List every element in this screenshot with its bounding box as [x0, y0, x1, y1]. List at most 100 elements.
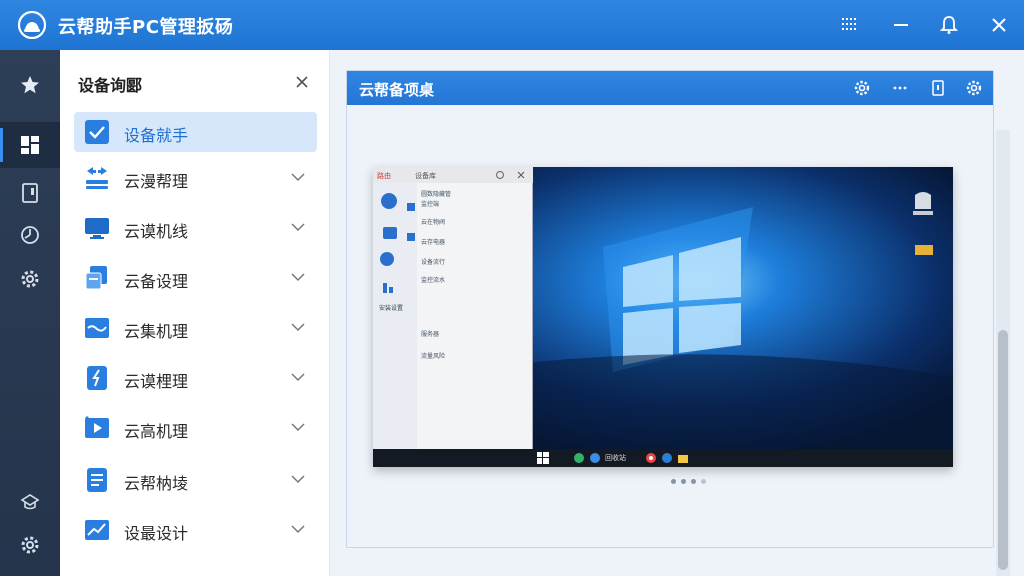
chart-icon: [85, 520, 109, 540]
minimize-button[interactable]: [888, 12, 914, 38]
edge-browser-icon[interactable]: [573, 452, 585, 464]
mini-lower-0: 服务器: [421, 331, 440, 338]
page-dot[interactable]: [671, 479, 676, 484]
panel-header: 云帮备项桌: [347, 71, 993, 105]
rail-dashboard[interactable]: [0, 122, 60, 168]
menu-item-label: 云集机理: [124, 322, 189, 341]
menu-item-label: 设备就手: [124, 126, 189, 145]
chevron-down-icon: [291, 525, 305, 534]
cloud-logo-icon: [18, 11, 46, 39]
menu-item-5[interactable]: 云谟梩理: [74, 358, 317, 398]
menu-close-button[interactable]: [292, 72, 312, 92]
rail-favorites[interactable]: [0, 62, 60, 108]
close-icon: [296, 76, 308, 88]
mini-row-0: 圆数隐藏管: [421, 191, 452, 198]
mini-title-bar: 路由 设备库: [373, 167, 533, 183]
mini-lower-1: 流量风险: [421, 353, 446, 360]
desktop-preview[interactable]: 路由 设备库 安装设置 圆数隐藏管 监控端 云在物阀 云存电器 设备流行 监控流…: [373, 167, 953, 467]
device-menu-panel: 设备询郾 设备就手 云漫帮理 云谟机线 云备设理 云集机理 云谟梩理 云高机理: [60, 50, 330, 576]
clock-icon: [21, 226, 39, 244]
chevron-down-icon: [291, 475, 305, 484]
hat-icon: [20, 494, 40, 510]
rail-system[interactable]: [0, 522, 60, 568]
menu-item-label: 云备设理: [124, 272, 189, 291]
chevron-down-icon: [291, 223, 305, 232]
title-bar: 云帮助手PC管理扳砀: [0, 0, 1024, 50]
more-icon: [893, 86, 907, 90]
chevron-down-icon: [291, 373, 305, 382]
grid-icon[interactable]: [836, 12, 862, 38]
mini-section-label: 安装设置: [379, 305, 404, 312]
rail-settings[interactable]: [0, 256, 60, 302]
rail-history[interactable]: [0, 212, 60, 258]
wave-icon: [85, 318, 109, 338]
folder-icon[interactable]: [677, 452, 689, 464]
page-dot[interactable]: [701, 479, 706, 484]
document-icon: [22, 183, 38, 203]
close-button[interactable]: [986, 12, 1012, 38]
menu-item-4[interactable]: 云集机理: [74, 308, 317, 348]
transfer-icon: [86, 167, 108, 189]
chrome-icon[interactable]: [645, 452, 657, 464]
menu-item-2[interactable]: 云谟机线: [74, 208, 317, 248]
mini-row-5: 监控流水: [421, 277, 446, 284]
menu-item-label: 云高机理: [124, 422, 189, 441]
menu-item-6[interactable]: 云高机理: [74, 408, 317, 448]
menu-item-3[interactable]: 云备设理: [74, 258, 317, 298]
mini-gear-icon: [495, 170, 505, 180]
mini-tab-1: 设备库: [415, 172, 436, 180]
mini-close-icon[interactable]: [517, 171, 525, 179]
menu-item-label: 云谟梩理: [124, 372, 189, 391]
ie-icon[interactable]: [661, 452, 673, 464]
chevron-down-icon: [291, 423, 305, 432]
mini-sidebar: 安装设置: [373, 183, 417, 467]
settings-cog-icon: [966, 80, 982, 96]
settings-cog-icon: [21, 536, 39, 554]
mini-row-3: 云存电器: [421, 239, 446, 246]
mini-row-4: 设备流行: [421, 259, 446, 266]
dashboard-icon: [21, 136, 39, 154]
desktop-panel: 云帮备项桌 路由 设备库 安装设置 圆数隐藏管 监控端 云在物阀 云存电器 设备…: [346, 70, 994, 548]
panel-title: 云帮备项桌: [359, 81, 435, 99]
mini-row-1: 监控端: [421, 201, 440, 208]
bell-icon[interactable]: [936, 12, 962, 38]
menu-item-label: 云帮枘堎: [124, 474, 189, 493]
tool-icon: [87, 366, 107, 390]
chevron-down-icon: [291, 323, 305, 332]
panel-settings-button[interactable]: [853, 79, 871, 97]
scroll-thumb[interactable]: [998, 330, 1008, 570]
copy-icon: [85, 266, 107, 290]
star-icon: [21, 76, 39, 94]
page-dot[interactable]: [681, 479, 686, 484]
panel-file-button[interactable]: [929, 79, 947, 97]
page-dot[interactable]: [691, 479, 696, 484]
menu-item-0[interactable]: 设备就手: [74, 112, 317, 152]
file-icon: [932, 80, 944, 96]
app-title: 云帮助手PC管理扳砀: [58, 17, 234, 38]
rail-hat[interactable]: [0, 478, 60, 524]
panel-config-button[interactable]: [965, 79, 983, 97]
windows-start-icon[interactable]: [537, 452, 549, 464]
menu-item-7[interactable]: 云帮枘堎: [74, 460, 317, 500]
menu-item-label: 云谟机线: [124, 222, 189, 241]
chevron-down-icon: [291, 273, 305, 282]
icon-rail: [0, 50, 60, 576]
menu-item-label: 设最设计: [124, 524, 189, 543]
menu-item-8[interactable]: 设最设计: [74, 510, 317, 550]
page-dots[interactable]: [671, 479, 706, 484]
gear-icon: [21, 270, 39, 288]
vertical-scrollbar[interactable]: [996, 130, 1010, 576]
menu-heading: 设备询郾: [78, 76, 143, 95]
taskbar: 回收站: [373, 449, 953, 467]
panel-more-button[interactable]: [891, 79, 909, 97]
mini-row-2: 云在物阀: [421, 219, 446, 226]
mini-app-window[interactable]: 路由 设备库 安装设置 圆数隐藏管 监控端 云在物阀 云存电器 设备流行 监控流…: [373, 167, 533, 467]
menu-item-1[interactable]: 云漫帮理: [74, 158, 317, 198]
play-icon: [84, 415, 109, 438]
mini-sidebar-icons: [380, 193, 415, 293]
app-blue-icon[interactable]: [589, 452, 601, 464]
mini-tab-0: 路由: [377, 172, 391, 180]
content-area: 云帮备项桌 路由 设备库 安装设置 圆数隐藏管 监控端 云在物阀 云存电器 设备…: [330, 50, 1024, 576]
list-doc-icon: [87, 468, 107, 492]
rail-documents[interactable]: [0, 170, 60, 216]
